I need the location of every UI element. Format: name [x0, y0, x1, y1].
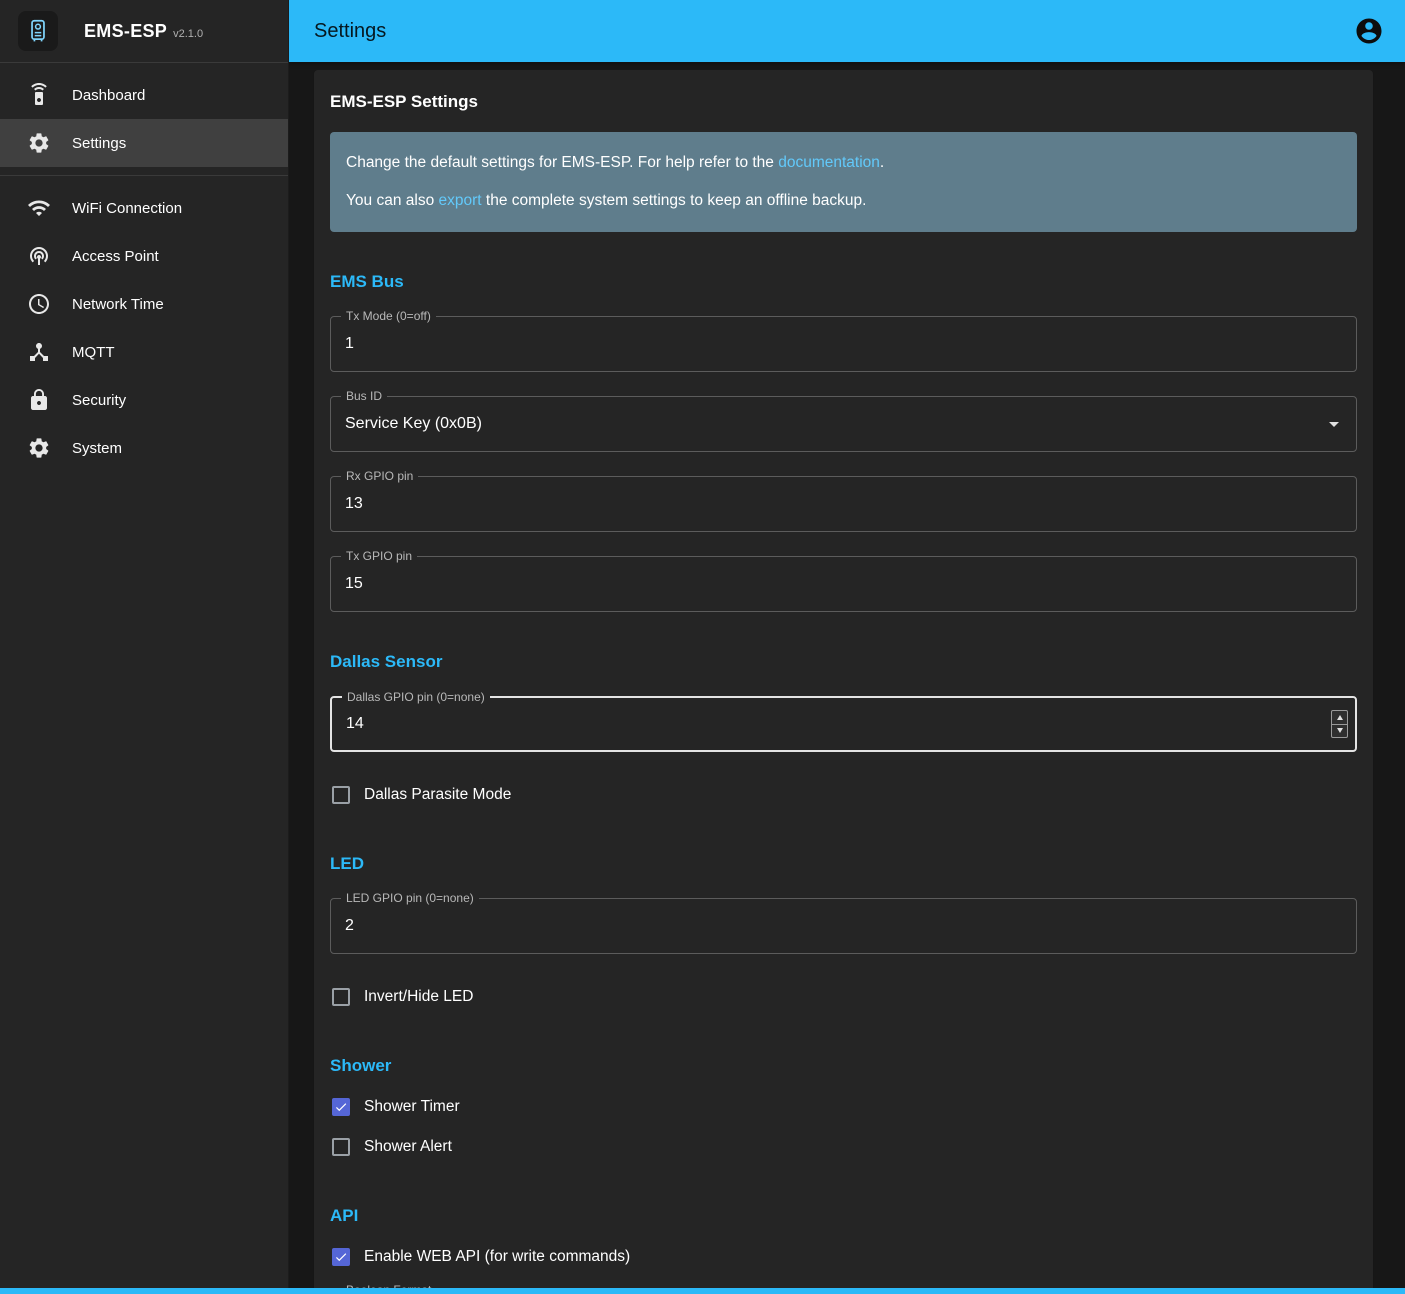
main-column: Settings EMS-ESP Settings Change the def…: [289, 0, 1405, 1294]
tx-gpio-field: Tx GPIO pin: [330, 556, 1357, 612]
app-name: EMS-ESP: [84, 21, 167, 42]
sidebar-item-label: Dashboard: [72, 87, 145, 104]
tx-gpio-input[interactable]: [331, 557, 1356, 611]
sidebar-item-settings[interactable]: Settings: [0, 119, 288, 167]
dropdown-arrow-icon: [1322, 412, 1346, 436]
info-text: Change the default settings for EMS-ESP.…: [346, 154, 778, 171]
page-title: Settings: [314, 20, 386, 43]
sidebar-item-mqtt[interactable]: MQTT: [0, 328, 288, 376]
sidebar-item-system[interactable]: System: [0, 424, 288, 472]
settings-gear-icon: [27, 131, 51, 155]
sidebar: EMS-ESP v2.1.0 Dashboard Settings: [0, 0, 289, 1294]
section-heading-led: LED: [330, 854, 1357, 874]
sidebar-item-label: WiFi Connection: [72, 200, 182, 217]
card-title: EMS-ESP Settings: [330, 92, 1357, 112]
appbar: Settings: [289, 0, 1405, 62]
dallas-gpio-input[interactable]: [332, 698, 1331, 750]
field-label: Tx Mode (0=off): [341, 309, 436, 324]
sidebar-item-label: System: [72, 440, 122, 457]
led-gpio-field: LED GPIO pin (0=none): [330, 898, 1357, 954]
checkbox-label: Shower Timer: [364, 1098, 460, 1116]
sidebar-item-network-time[interactable]: Network Time: [0, 280, 288, 328]
field-label: Dallas GPIO pin (0=none): [342, 690, 490, 705]
info-text: You can also: [346, 192, 439, 209]
field-label: Bus ID: [341, 389, 387, 404]
enable-web-api-checkbox-row[interactable]: Enable WEB API (for write commands): [330, 1238, 1357, 1276]
invert-led-checkbox-row[interactable]: Invert/Hide LED: [330, 978, 1357, 1016]
check-icon: [334, 1100, 348, 1114]
export-link[interactable]: export: [439, 192, 482, 209]
info-line-2: You can also export the complete system …: [346, 189, 1341, 213]
section-heading-dallas-sensor: Dallas Sensor: [330, 652, 1357, 672]
device-hub-icon: [27, 340, 51, 364]
sidebar-item-access-point[interactable]: Access Point: [0, 232, 288, 280]
check-icon: [334, 1250, 348, 1264]
lock-icon: [27, 388, 51, 412]
app-logo-icon: [18, 11, 58, 51]
sidebar-nav: Dashboard Settings WiFi Connection A: [0, 63, 288, 472]
bottom-accent-strip: [0, 1288, 1405, 1294]
sidebar-item-security[interactable]: Security: [0, 376, 288, 424]
sidebar-item-label: Settings: [72, 135, 126, 152]
shower-alert-checkbox[interactable]: [332, 1138, 350, 1156]
sidebar-header: EMS-ESP v2.1.0: [0, 0, 288, 63]
sidebar-item-label: Security: [72, 392, 126, 409]
info-text: the complete system settings to keep an …: [482, 192, 867, 209]
rx-gpio-field: Rx GPIO pin: [330, 476, 1357, 532]
checkbox-label: Shower Alert: [364, 1138, 452, 1156]
account-icon[interactable]: [1353, 15, 1385, 47]
info-box: Change the default settings for EMS-ESP.…: [330, 132, 1357, 232]
dallas-parasite-checkbox-row[interactable]: Dallas Parasite Mode: [330, 776, 1357, 814]
checkbox-label: Invert/Hide LED: [364, 988, 473, 1006]
sidebar-divider: [0, 175, 288, 176]
system-gear-icon: [27, 436, 51, 460]
clock-icon: [27, 292, 51, 316]
content-area: EMS-ESP Settings Change the default sett…: [289, 62, 1405, 1294]
sidebar-item-label: Access Point: [72, 248, 159, 265]
bus-id-value: Service Key (0x0B): [345, 415, 482, 433]
invert-led-checkbox[interactable]: [332, 988, 350, 1006]
enable-web-api-checkbox[interactable]: [332, 1248, 350, 1266]
dallas-gpio-field: Dallas GPIO pin (0=none): [330, 696, 1357, 752]
wifi-icon: [27, 196, 51, 220]
dashboard-icon: [27, 83, 51, 107]
ems-esp-app: EMS-ESP v2.1.0 Dashboard Settings: [0, 0, 1405, 1294]
shower-timer-checkbox-row[interactable]: Shower Timer: [330, 1088, 1357, 1126]
tx-mode-input[interactable]: [331, 317, 1356, 371]
bus-id-select[interactable]: Bus ID Service Key (0x0B): [330, 396, 1357, 452]
app-version: v2.1.0: [173, 28, 203, 40]
checkbox-label: Dallas Parasite Mode: [364, 786, 511, 804]
tx-mode-field: Tx Mode (0=off): [330, 316, 1357, 372]
info-text: .: [880, 154, 884, 171]
checkbox-label: Enable WEB API (for write commands): [364, 1248, 630, 1266]
field-label: Rx GPIO pin: [341, 469, 418, 484]
section-heading-api: API: [330, 1206, 1357, 1226]
dallas-parasite-checkbox[interactable]: [332, 786, 350, 804]
shower-alert-checkbox-row[interactable]: Shower Alert: [330, 1128, 1357, 1166]
field-label: Tx GPIO pin: [341, 549, 417, 564]
access-point-icon: [27, 244, 51, 268]
sidebar-item-wifi-connection[interactable]: WiFi Connection: [0, 184, 288, 232]
sidebar-item-dashboard[interactable]: Dashboard: [0, 71, 288, 119]
settings-card: EMS-ESP Settings Change the default sett…: [314, 70, 1373, 1294]
shower-timer-checkbox[interactable]: [332, 1098, 350, 1116]
spinner-down-icon[interactable]: [1332, 725, 1347, 738]
spinner-up-icon[interactable]: [1332, 711, 1347, 725]
sidebar-item-label: MQTT: [72, 344, 115, 361]
number-spinner[interactable]: [1331, 710, 1348, 738]
sidebar-item-label: Network Time: [72, 296, 164, 313]
documentation-link[interactable]: documentation: [778, 154, 880, 171]
led-gpio-input[interactable]: [331, 899, 1356, 953]
info-line-1: Change the default settings for EMS-ESP.…: [346, 151, 1341, 175]
section-heading-ems-bus: EMS Bus: [330, 272, 1357, 292]
rx-gpio-input[interactable]: [331, 477, 1356, 531]
field-label: LED GPIO pin (0=none): [341, 891, 479, 906]
section-heading-shower: Shower: [330, 1056, 1357, 1076]
